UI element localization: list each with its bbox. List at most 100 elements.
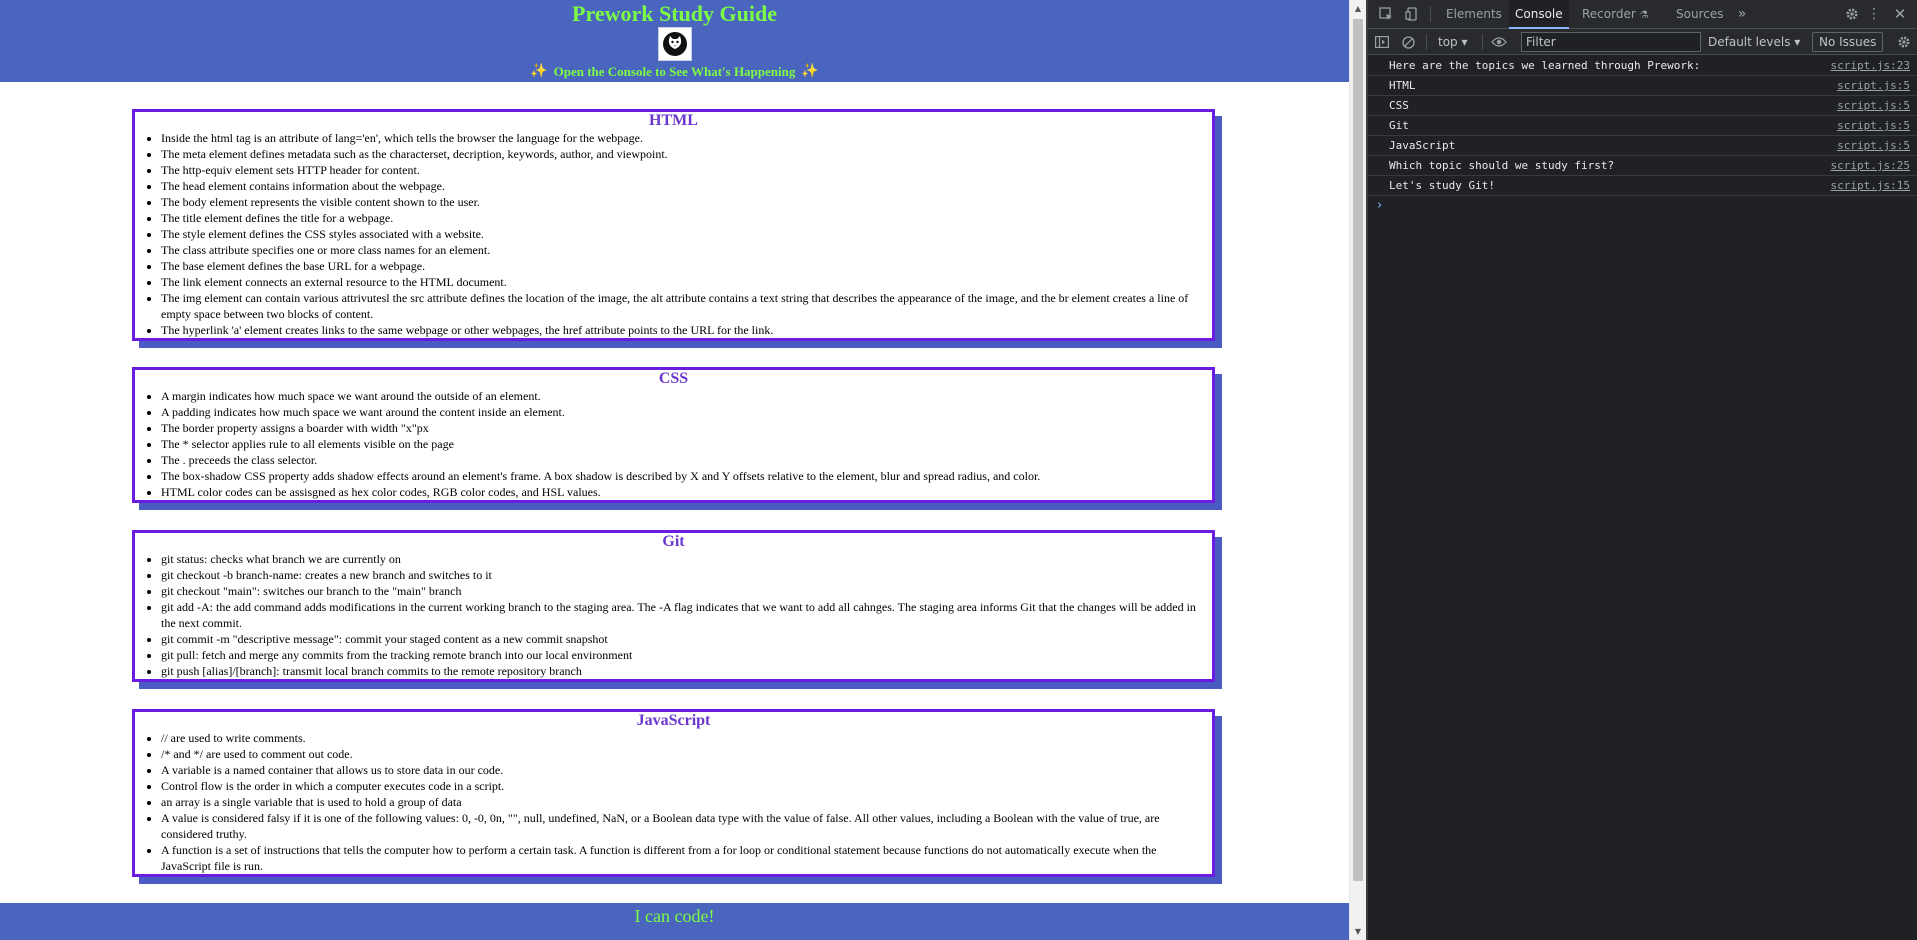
section-list: A margin indicates how much space we wan… — [135, 388, 1212, 500]
list-item: The border property assigns a boarder wi… — [161, 420, 1208, 436]
list-item: The style element defines the CSS styles… — [161, 226, 1208, 242]
section-list: // are used to write comments./* and */ … — [135, 730, 1212, 874]
console-hint: ✨ Open the Console to See What's Happeni… — [0, 63, 1349, 80]
console-source-link[interactable]: script.js:5 — [1837, 96, 1910, 115]
console-source-link[interactable]: script.js:25 — [1831, 156, 1910, 175]
inspect-element-icon[interactable] — [1374, 0, 1398, 28]
list-item: The body element represents the visible … — [161, 194, 1208, 210]
issues-button[interactable]: No Issues — [1812, 32, 1884, 52]
list-item: The base element defines the base URL fo… — [161, 258, 1208, 274]
device-toolbar-icon[interactable] — [1400, 0, 1424, 28]
console-message: Here are the topics we learned through P… — [1368, 56, 1917, 76]
console-source-link[interactable]: script.js:5 — [1837, 136, 1910, 155]
console-message-text: Here are the topics we learned through P… — [1389, 59, 1701, 72]
list-item: The img element can contain various attr… — [161, 290, 1208, 322]
live-expression-eye-icon[interactable] — [1488, 29, 1510, 55]
console-message: Let's study Git! script.js:15 — [1368, 176, 1917, 196]
close-devtools-icon[interactable]: ✕ — [1890, 0, 1910, 28]
section-heading: JavaScript — [636, 712, 711, 729]
list-item: The * selector applies rule to all eleme… — [161, 436, 1208, 452]
log-levels-label: Default levels — [1708, 35, 1791, 49]
section-card-html: HTMLInside the html tag is an attribute … — [132, 109, 1215, 341]
log-levels-dropdown[interactable]: Default levels ▾ — [1708, 32, 1800, 52]
page-scrollbar[interactable]: ▲ ▼ — [1349, 0, 1366, 940]
list-item: A value is considered falsy if it is one… — [161, 810, 1208, 842]
webpage-viewport: Prework Study Guide ✨ Open the Console t… — [0, 0, 1349, 940]
list-item: git checkout "main": switches our branch… — [161, 583, 1208, 599]
console-message: CSS script.js:5 — [1368, 96, 1917, 116]
sidebar-toggle-icon[interactable] — [1372, 29, 1392, 55]
console-message-text: JavaScript — [1389, 139, 1456, 152]
tab-divider — [1430, 6, 1431, 22]
flask-icon: ⚗ — [1639, 10, 1649, 21]
console-message: Which topic should we study first? script… — [1368, 156, 1917, 176]
tab-sources[interactable]: Sources — [1670, 0, 1729, 28]
scrollbar-thumb[interactable] — [1353, 19, 1363, 881]
settings-gear-icon[interactable] — [1842, 0, 1862, 28]
list-item: Inside the html tag is an attribute of l… — [161, 130, 1208, 146]
console-source-link[interactable]: script.js:5 — [1837, 76, 1910, 95]
list-item: A variable is a named container that all… — [161, 762, 1208, 778]
console-source-link[interactable]: script.js:5 — [1837, 116, 1910, 135]
list-item: The box-shadow CSS property adds shadow … — [161, 468, 1208, 484]
page-footer: I can code! — [0, 903, 1349, 940]
console-message: Git script.js:5 — [1368, 116, 1917, 136]
kebab-menu-icon[interactable]: ⋮ — [1866, 0, 1882, 28]
tab-recorder[interactable]: Recorder ⚗ — [1576, 0, 1655, 28]
tab-recorder-label: Recorder — [1582, 7, 1636, 21]
list-item: an array is a single variable that is us… — [161, 794, 1208, 810]
list-item: git pull: fetch and merge any commits fr… — [161, 647, 1208, 663]
list-item: /* and */ are used to comment out code. — [161, 746, 1208, 762]
console-source-link[interactable]: script.js:15 — [1831, 176, 1910, 195]
console-source-link[interactable]: script.js:23 — [1831, 56, 1910, 75]
page-title: Prework Study Guide — [572, 1, 777, 26]
list-item: // are used to write comments. — [161, 730, 1208, 746]
scroll-down-icon[interactable]: ▼ — [1350, 923, 1366, 940]
console-toolbar: top ▾ Default levels ▾ No Issues — [1368, 29, 1917, 55]
list-item: git checkout -b branch-name: creates a n… — [161, 567, 1208, 583]
console-message-text: HTML — [1389, 79, 1416, 92]
console-filter-input[interactable] — [1521, 32, 1701, 52]
scroll-up-icon[interactable]: ▲ — [1350, 0, 1366, 17]
list-item: git push [alias]/[branch]: transmit loca… — [161, 663, 1208, 679]
list-item: A function is a set of instructions that… — [161, 842, 1208, 874]
more-tabs-icon[interactable]: » — [1734, 0, 1750, 28]
console-settings-gear-icon[interactable] — [1894, 29, 1914, 55]
list-item: A margin indicates how much space we wan… — [161, 388, 1208, 404]
console-output: Here are the topics we learned through P… — [1368, 56, 1917, 218]
sparkle-icon: ✨ — [530, 64, 548, 79]
devtools-tabbar: Elements Console Recorder ⚗ Sources » ⋮ … — [1368, 0, 1917, 29]
console-prompt-chevron-icon[interactable]: › — [1368, 196, 1917, 218]
toolbar-divider — [1482, 34, 1483, 50]
list-item: The head element contains information ab… — [161, 178, 1208, 194]
section-list: git status: checks what branch we are cu… — [135, 551, 1212, 679]
devtools-panel: Elements Console Recorder ⚗ Sources » ⋮ … — [1368, 0, 1917, 940]
list-item: The hyperlink 'a' element creates links … — [161, 322, 1208, 338]
list-item: A padding indicates how much space we wa… — [161, 404, 1208, 420]
logo-frame — [657, 27, 692, 61]
list-item: The meta element defines metadata such a… — [161, 146, 1208, 162]
list-item: The . preceeds the class selector. — [161, 452, 1208, 468]
tab-elements[interactable]: Elements — [1440, 0, 1508, 28]
list-item: The http-equiv element sets HTTP header … — [161, 162, 1208, 178]
section-heading: Git — [662, 533, 685, 550]
console-message-text: Which topic should we study first? — [1389, 159, 1615, 172]
tab-console[interactable]: Console — [1509, 0, 1569, 29]
list-item: The link element connects an external re… — [161, 274, 1208, 290]
page-header: Prework Study Guide ✨ Open the Console t… — [0, 0, 1349, 82]
console-message: HTML script.js:5 — [1368, 76, 1917, 96]
section-card-css: CSSA margin indicates how much space we … — [132, 367, 1215, 503]
section-heading: HTML — [649, 112, 698, 129]
clear-console-icon[interactable] — [1398, 29, 1418, 55]
console-message: JavaScript script.js:5 — [1368, 136, 1917, 156]
list-item: git status: checks what branch we are cu… — [161, 551, 1208, 567]
list-item: The title element defines the title for … — [161, 210, 1208, 226]
sparkle-icon: ✨ — [801, 64, 819, 79]
context-selector[interactable]: top ▾ — [1438, 32, 1468, 52]
context-value: top — [1438, 35, 1458, 49]
console-message-text: CSS — [1389, 99, 1409, 112]
section-heading: CSS — [658, 370, 689, 387]
section-list: Inside the html tag is an attribute of l… — [135, 130, 1212, 338]
section-card-git: Gitgit status: checks what branch we are… — [132, 530, 1215, 682]
list-item: git add -A: the add command adds modific… — [161, 599, 1208, 631]
